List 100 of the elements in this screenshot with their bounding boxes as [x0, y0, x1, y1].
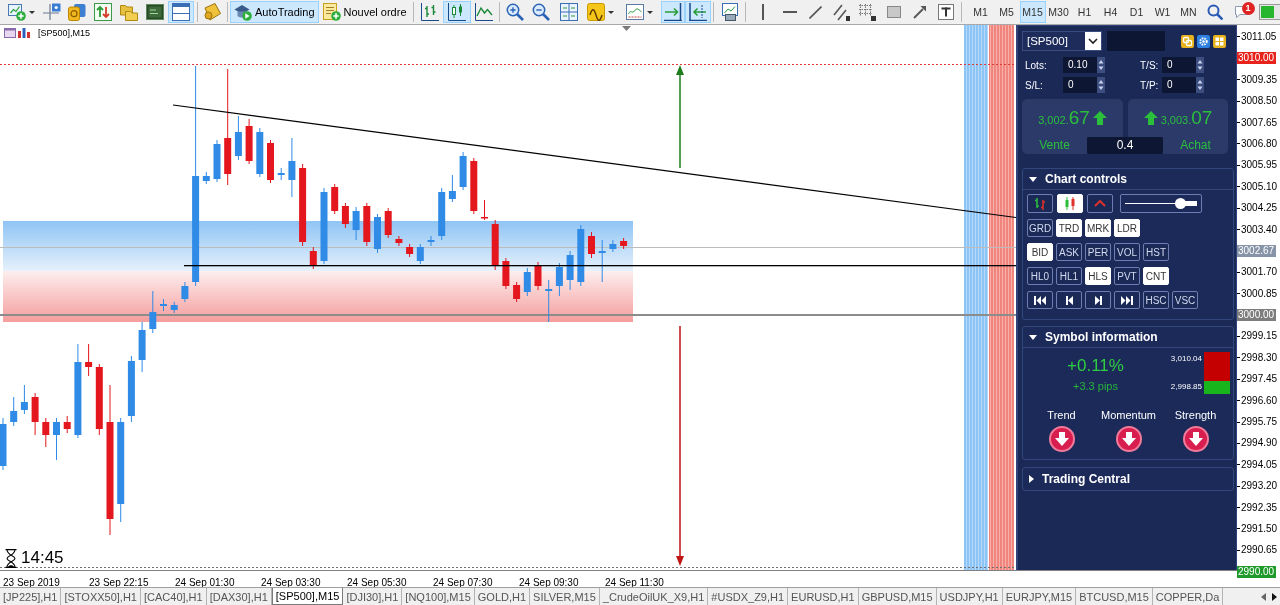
chart-type-button[interactable]: [1027, 194, 1053, 213]
spinner-icon[interactable]: [1196, 77, 1204, 93]
spinner-icon[interactable]: [1097, 77, 1105, 93]
toggle-button[interactable]: GRD: [1027, 219, 1053, 237]
timeframe-button[interactable]: M1: [967, 1, 994, 23]
toggle-button[interactable]: BID: [1027, 243, 1053, 261]
navigation-button[interactable]: [1085, 291, 1111, 309]
chart-tab[interactable]: EURUSD,H1: [788, 588, 859, 605]
chart-tab[interactable]: [STOXX50],H1: [61, 588, 141, 605]
section-header[interactable]: Chart controls: [1023, 169, 1233, 190]
link-icon[interactable]: [1181, 34, 1194, 48]
chart-tab[interactable]: USDJPY,H1: [936, 588, 1003, 605]
chart-tab[interactable]: GOLD,H1: [474, 588, 531, 605]
toggle-button[interactable]: LDR: [1114, 219, 1140, 237]
chart-shift-button[interactable]: [684, 1, 711, 23]
buy-button[interactable]: 3,003.07: [1128, 99, 1228, 137]
chart-tab[interactable]: EURJPY,M15: [1002, 588, 1077, 605]
toggle-button[interactable]: HST: [1143, 243, 1169, 261]
number-field[interactable]: 0: [1162, 77, 1196, 93]
spinner-icon[interactable]: [1097, 57, 1105, 73]
zoom-out-icon: [531, 3, 550, 21]
settings-icon[interactable]: [1197, 34, 1210, 48]
autotrading-button[interactable]: AutoTrading: [230, 1, 319, 23]
navigation-button[interactable]: [1114, 291, 1140, 309]
crosshair-button[interactable]: [40, 1, 64, 23]
section-header[interactable]: Trading Central: [1023, 468, 1233, 490]
text-field[interactable]: [1107, 31, 1165, 51]
toggle-button[interactable]: HLS: [1085, 267, 1111, 285]
timeframe-button[interactable]: H1: [1071, 1, 1098, 23]
number-field[interactable]: 0: [1162, 57, 1196, 73]
timeframe-button[interactable]: MN: [1175, 1, 1202, 23]
candle: [609, 240, 617, 252]
chart-tab[interactable]: [CAC40],H1: [141, 588, 207, 605]
chart-tab[interactable]: [NQ100],M15: [402, 588, 475, 605]
number-field[interactable]: 0.10: [1063, 57, 1097, 73]
symbol-dropdown[interactable]: [SP500]: [1022, 31, 1102, 51]
timeframe-button[interactable]: M30: [1045, 1, 1072, 23]
bar-chart-icon: [18, 28, 30, 38]
chart-tab[interactable]: #USDX_Z9,H1: [708, 588, 789, 605]
candlestick-button[interactable]: [442, 1, 471, 23]
toggle-button[interactable]: VSC: [1172, 291, 1198, 309]
toggle-button[interactable]: TRD: [1056, 219, 1082, 237]
chart-tab[interactable]: BTCUSD,M15: [1076, 588, 1153, 605]
section-header[interactable]: Symbol information: [1023, 327, 1233, 348]
chat-button[interactable]: 1: [1227, 1, 1256, 23]
timeframe-button[interactable]: H4: [1097, 1, 1124, 23]
scroll-left-icon[interactable]: [1261, 592, 1266, 601]
timeframe-button[interactable]: D1: [1123, 1, 1150, 23]
candle: [31, 393, 39, 435]
chart-tab[interactable]: _CrudeOilUK_X9,H1: [599, 588, 709, 605]
sell-button[interactable]: 3,002.67: [1022, 99, 1123, 137]
candle: [202, 172, 210, 184]
step-back-icon: [1065, 295, 1073, 305]
chart-tab[interactable]: [JP225],H1: [0, 588, 62, 605]
candle: [256, 128, 264, 177]
toggle-button[interactable]: HL0: [1027, 267, 1053, 285]
chart-tab[interactable]: SILVER,M15: [530, 588, 600, 605]
toggle-button[interactable]: ASK: [1056, 243, 1082, 261]
bar-chart-icon: [420, 3, 439, 21]
timeframe-button[interactable]: W1: [1149, 1, 1176, 23]
number-field[interactable]: 0: [1063, 77, 1097, 93]
chart-tab[interactable]: [DAX30],H1: [206, 588, 272, 605]
chart-title: [SP500],M15: [38, 28, 91, 38]
timeframe-button[interactable]: M15: [1019, 1, 1046, 23]
candle: [481, 200, 488, 220]
price-label: 2995.75: [1241, 416, 1278, 428]
toggle-button[interactable]: HSC: [1143, 291, 1169, 309]
field-label: Lots:: [1025, 59, 1047, 71]
spinner-icon[interactable]: [1196, 57, 1204, 73]
toggle-button[interactable]: MRK: [1085, 219, 1111, 237]
candle: [267, 140, 274, 183]
chart-type-button[interactable]: [1087, 194, 1113, 213]
toggle-button[interactable]: PVT: [1114, 267, 1140, 285]
toggle-button[interactable]: VOL: [1114, 243, 1140, 261]
tag-icon: [203, 3, 221, 21]
zoom-slider[interactable]: [1120, 194, 1202, 213]
candle: [374, 214, 381, 253]
indicator-label: Trend: [1047, 409, 1076, 422]
toggle-button[interactable]: PER: [1085, 243, 1111, 261]
auto-scroll-button[interactable]: [660, 1, 685, 23]
navigation-button[interactable]: [1056, 291, 1082, 309]
timeframe-button[interactable]: M5: [993, 1, 1020, 23]
slider-thumb[interactable]: [1174, 198, 1186, 209]
range-high-label: 3,010.04: [1170, 354, 1202, 364]
chart-plus-icon: [7, 3, 26, 21]
chart-tab[interactable]: [DJI30],H1: [343, 588, 403, 605]
scroll-right-icon[interactable]: [1272, 592, 1277, 601]
chart-tab[interactable]: GBPUSD,M15: [858, 588, 937, 605]
toggle-button[interactable]: CNT: [1143, 267, 1169, 285]
candle: [138, 322, 146, 372]
price-label: 3006.80: [1241, 137, 1278, 150]
navigation-button[interactable]: [1027, 291, 1053, 309]
document-plus-icon: [322, 3, 341, 21]
new-order-button[interactable]: Nouvel ordre: [318, 1, 411, 23]
chart-tab[interactable]: [SP500],M15: [271, 588, 344, 605]
toggle-button[interactable]: HL1: [1056, 267, 1082, 285]
chart-tab[interactable]: COPPER,Da: [1152, 588, 1224, 605]
window-panes-icon: [172, 3, 190, 21]
window-panes-button[interactable]: [168, 1, 194, 23]
grid-icon[interactable]: [1213, 34, 1226, 48]
